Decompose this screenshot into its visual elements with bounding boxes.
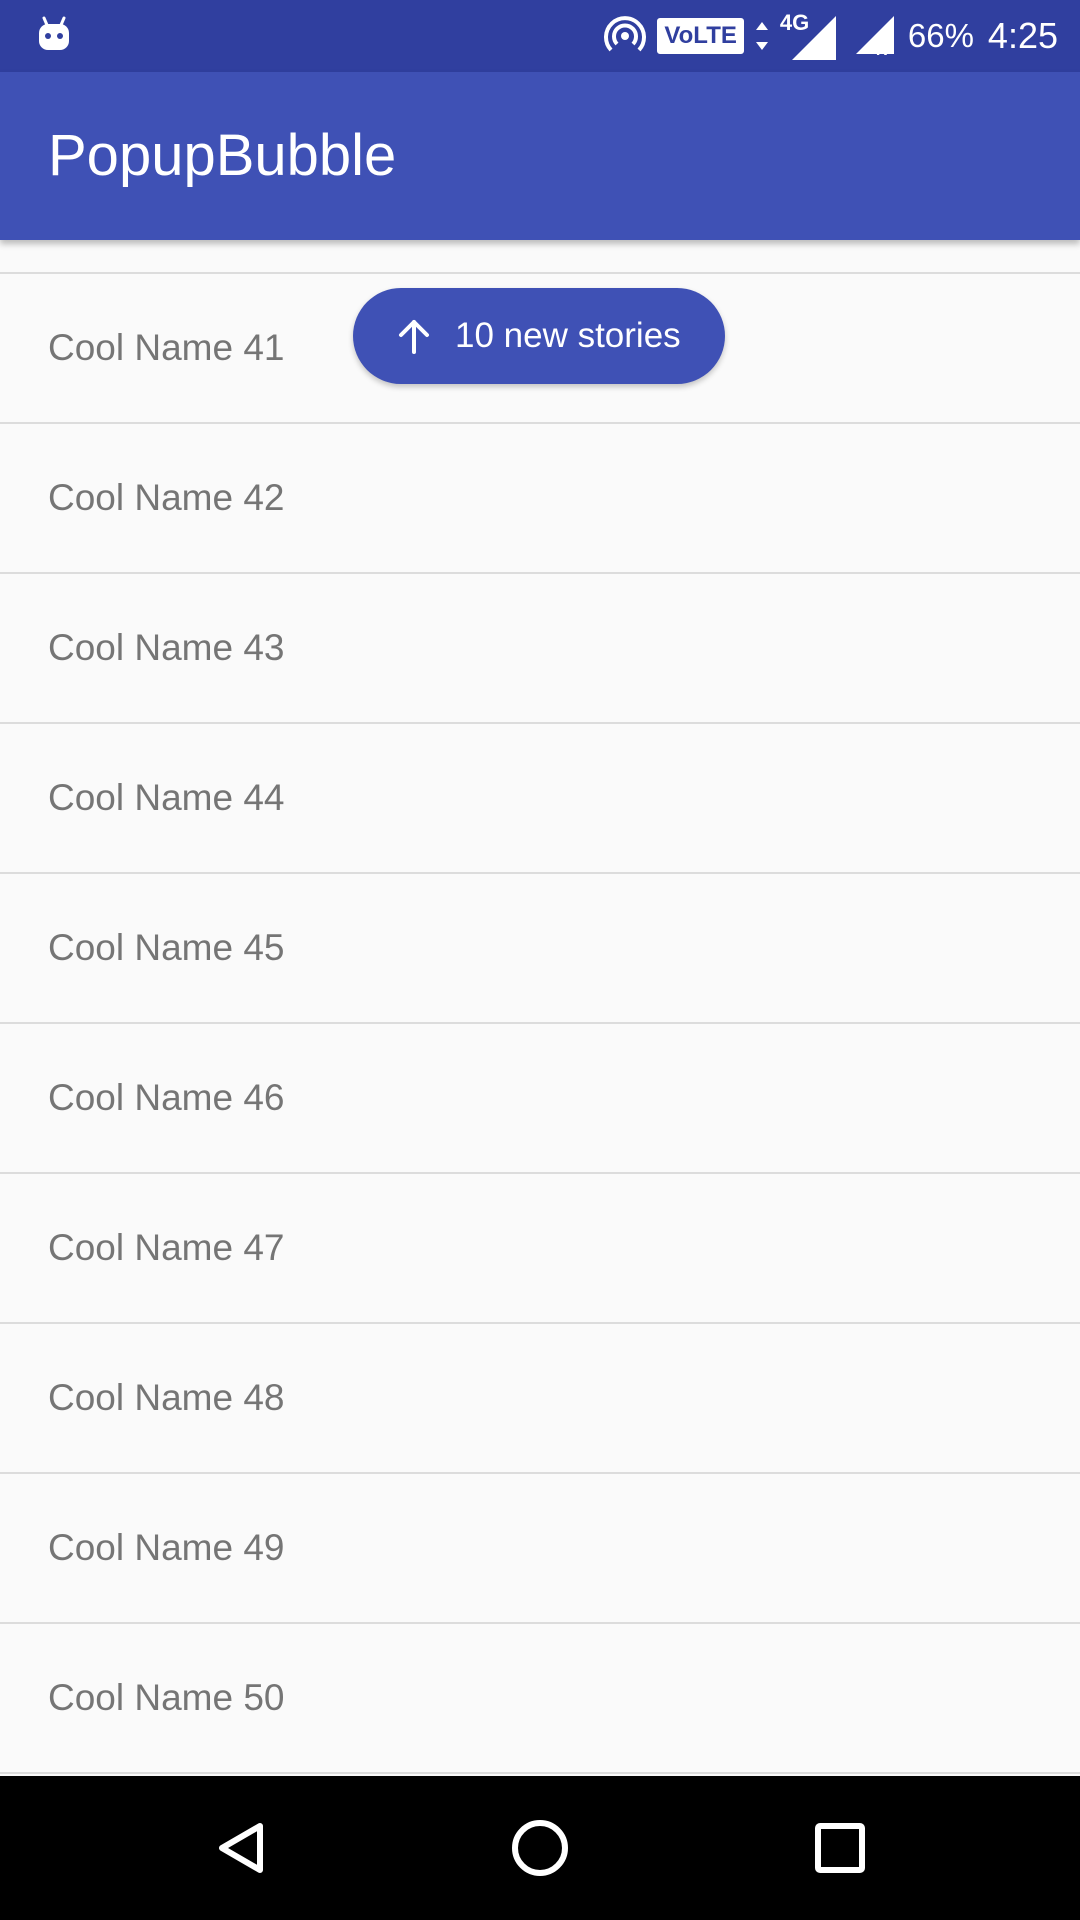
list-item-label: Cool Name 45	[48, 927, 285, 968]
home-icon	[512, 1820, 568, 1876]
new-stories-bubble[interactable]: 10 new stories	[353, 288, 725, 384]
data-arrows-icon	[755, 22, 768, 50]
bubble-label: 10 new stories	[455, 316, 681, 355]
list-item-label: Cool Name 44	[48, 777, 285, 818]
list-item-label: Cool Name 42	[48, 477, 285, 518]
list-item[interactable]: Cool Name 43	[0, 574, 1080, 724]
signal-4g-group: 4G	[780, 8, 838, 64]
status-bar: VoLTE 4G R 66% 4:25	[0, 0, 1080, 72]
volte-icon: VoLTE	[657, 18, 744, 54]
list-item-label: Cool Name 48	[48, 1377, 285, 1418]
list-item-label: Cool Name 47	[48, 1227, 285, 1268]
list-item-partial[interactable]	[0, 240, 1080, 274]
list-item-label: Cool Name 50	[48, 1677, 285, 1718]
list-item[interactable]: Cool Name 48	[0, 1324, 1080, 1474]
battery-percent: 66%	[907, 17, 974, 54]
list-item[interactable]: Cool Name 49	[0, 1474, 1080, 1624]
arrow-up-icon	[399, 320, 429, 354]
navigation-bar	[0, 1776, 1080, 1920]
list-item[interactable]: Cool Name 44	[0, 724, 1080, 874]
list-item[interactable]: Cool Name 45	[0, 874, 1080, 1024]
list-item[interactable]: Cool Name 50	[0, 1624, 1080, 1774]
roaming-label: R	[875, 42, 888, 59]
list-item[interactable]: Cool Name 46	[0, 1024, 1080, 1174]
list-item-label: Cool Name 43	[48, 627, 285, 668]
list-item-label: Cool Name 49	[48, 1527, 285, 1568]
story-list[interactable]: Cool Name 41 Cool Name 42 Cool Name 43 C…	[0, 240, 1080, 1774]
list-item[interactable]: Cool Name 42	[0, 424, 1080, 574]
app-title: PopupBubble	[48, 123, 397, 188]
app-notification-icon	[39, 16, 69, 50]
volte-label: VoLTE	[664, 22, 737, 49]
recents-icon	[815, 1823, 865, 1873]
status-icons: VoLTE 4G R 66% 4:25	[603, 0, 1058, 72]
app-bar: PopupBubble	[0, 72, 1080, 240]
roaming-signal-group: R	[848, 8, 898, 64]
recents-button[interactable]	[792, 1800, 888, 1896]
list-item-label: Cool Name 46	[48, 1077, 285, 1118]
home-button[interactable]	[492, 1800, 588, 1896]
hotspot-icon	[604, 16, 647, 52]
list-item[interactable]: Cool Name 47	[0, 1174, 1080, 1324]
list-item-label: Cool Name 41	[48, 327, 285, 368]
back-button[interactable]	[192, 1800, 288, 1896]
clock: 4:25	[987, 15, 1058, 56]
signal-icon	[791, 16, 836, 60]
roaming-signal-icon	[855, 16, 894, 54]
back-icon	[219, 1823, 263, 1873]
